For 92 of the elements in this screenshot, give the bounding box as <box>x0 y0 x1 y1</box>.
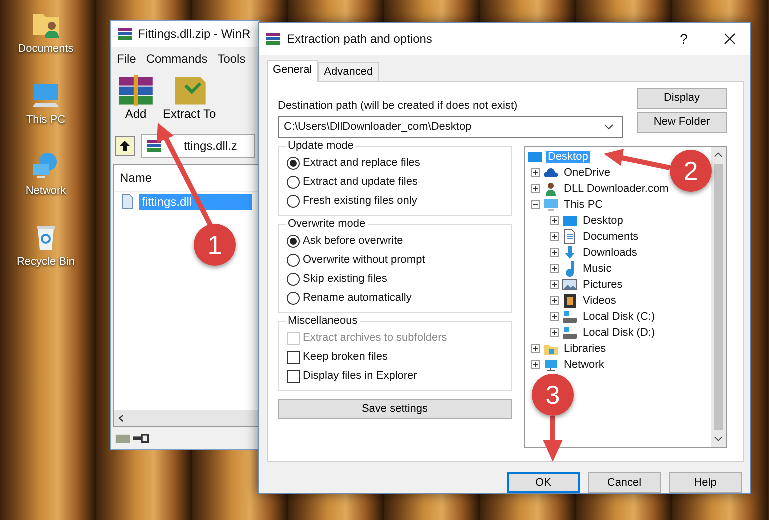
tree-item[interactable]: Downloads <box>581 246 640 259</box>
destination-label: Destination path (will be created if does not exist) <box>278 100 519 112</box>
toolbar-button[interactable]: Add <box>115 73 157 129</box>
books-stack-icon <box>117 26 133 42</box>
dialog-button[interactable]: Display <box>637 88 727 109</box>
option-label: Display files in Explorer <box>303 370 418 382</box>
up-arrow-icon <box>119 140 131 152</box>
tree-item[interactable]: Pictures <box>581 278 625 291</box>
group-title: Update mode <box>286 140 356 152</box>
option-label: Fresh existing files only <box>303 195 418 208</box>
expander[interactable] <box>531 184 540 194</box>
save-settings-button[interactable]: Save settings <box>278 398 512 419</box>
tree-item[interactable]: Music <box>581 262 614 275</box>
drive-icon <box>562 324 578 341</box>
option-label: Extract and update files <box>303 176 418 188</box>
dialog-button[interactable]: Help <box>669 472 742 493</box>
film-icon <box>562 292 578 309</box>
dialog-title: Extraction path and options <box>287 32 434 46</box>
tree-item[interactable]: Local Disk (D:) <box>581 326 658 339</box>
expander[interactable] <box>550 296 559 306</box>
document-icon <box>562 228 578 245</box>
chevron-up-icon <box>714 152 723 158</box>
path-field[interactable]: ttings.dll.z <box>141 134 255 158</box>
books-stack-icon <box>265 30 281 47</box>
up-folder-button[interactable] <box>115 136 135 156</box>
annotation-arrow <box>543 416 563 462</box>
group-title: Miscellaneous <box>286 314 360 327</box>
horizontal-scrollbar[interactable] <box>114 410 258 426</box>
tree-item[interactable]: Videos <box>581 294 618 307</box>
tree-item[interactable]: This PC <box>562 198 606 211</box>
destination-path-combobox[interactable]: C:\Users\DllDownloader_com\Desktop <box>278 116 623 138</box>
tree-item[interactable]: Network <box>562 358 606 371</box>
dialog-button[interactable]: OK <box>507 472 580 493</box>
user-icon <box>543 180 559 197</box>
radio-button[interactable] <box>287 194 300 208</box>
chevron-left-icon <box>118 414 124 422</box>
expander[interactable] <box>550 216 559 226</box>
option-label: Skip existing files <box>303 273 388 286</box>
expander[interactable] <box>550 328 559 338</box>
expander[interactable] <box>531 200 540 210</box>
option-label: Extract and replace files <box>303 157 420 170</box>
vertical-scrollbar[interactable] <box>711 146 726 447</box>
option-label: Keep broken files <box>303 351 388 364</box>
tree-item[interactable]: Desktop <box>581 214 626 227</box>
chevron-down-icon <box>714 436 723 442</box>
expander[interactable] <box>550 248 559 258</box>
column-header[interactable]: Name <box>120 171 152 185</box>
drive-key-icon <box>115 432 151 444</box>
books-stack-icon <box>117 73 155 107</box>
desktop-icon-label[interactable]: Recycle Bin <box>16 256 76 268</box>
dialog-button[interactable]: Cancel <box>588 472 661 493</box>
computer-icon <box>543 196 559 213</box>
tab[interactable]: Advanced <box>318 62 380 81</box>
expander[interactable] <box>550 312 559 322</box>
expander[interactable] <box>550 264 559 274</box>
option-label: Overwrite without prompt <box>303 254 426 266</box>
close-icon <box>724 32 736 45</box>
radio-button[interactable] <box>287 254 300 267</box>
group-title: Overwrite mode <box>286 218 368 230</box>
tree-item[interactable]: DLL Downloader.com <box>562 182 671 195</box>
expander[interactable] <box>531 344 540 354</box>
checkbox[interactable] <box>287 370 300 383</box>
tree-item[interactable]: Local Disk (C:) <box>581 310 658 323</box>
tree-item[interactable]: OneDrive <box>562 166 612 179</box>
menu-item[interactable]: File <box>117 52 136 66</box>
file-icon <box>120 194 136 210</box>
radio-button[interactable] <box>287 156 300 170</box>
help-button[interactable]: ? <box>664 24 704 54</box>
tab[interactable]: General <box>267 60 318 82</box>
books-stack-icon <box>146 138 162 154</box>
tree-item[interactable]: Documents <box>581 230 641 243</box>
checkbox[interactable] <box>287 350 300 364</box>
toolbar-button[interactable]: Extract To <box>161 73 218 129</box>
radio-button[interactable] <box>287 234 300 248</box>
expander[interactable] <box>531 360 540 370</box>
expander[interactable] <box>531 168 540 178</box>
option-label: Extract archives to subfolders <box>303 332 448 344</box>
menu-item[interactable]: Commands <box>146 52 208 66</box>
radio-button[interactable] <box>287 176 300 189</box>
radio-button[interactable] <box>287 292 300 305</box>
option-label: Rename automatically <box>303 292 412 304</box>
expander[interactable] <box>550 232 559 242</box>
expander[interactable] <box>550 280 559 290</box>
tree-item[interactable]: Libraries <box>562 342 608 355</box>
radio-button[interactable] <box>287 272 300 286</box>
option-label: Ask before overwrite <box>303 235 404 248</box>
menu-item[interactable]: Tools <box>218 52 246 66</box>
picture-icon <box>562 276 578 293</box>
window-title: Fittings.dll.zip - WinR <box>138 27 251 41</box>
dialog-button[interactable]: New Folder <box>637 112 727 133</box>
chevron-down-icon <box>604 124 614 130</box>
drive-icon <box>562 308 578 325</box>
